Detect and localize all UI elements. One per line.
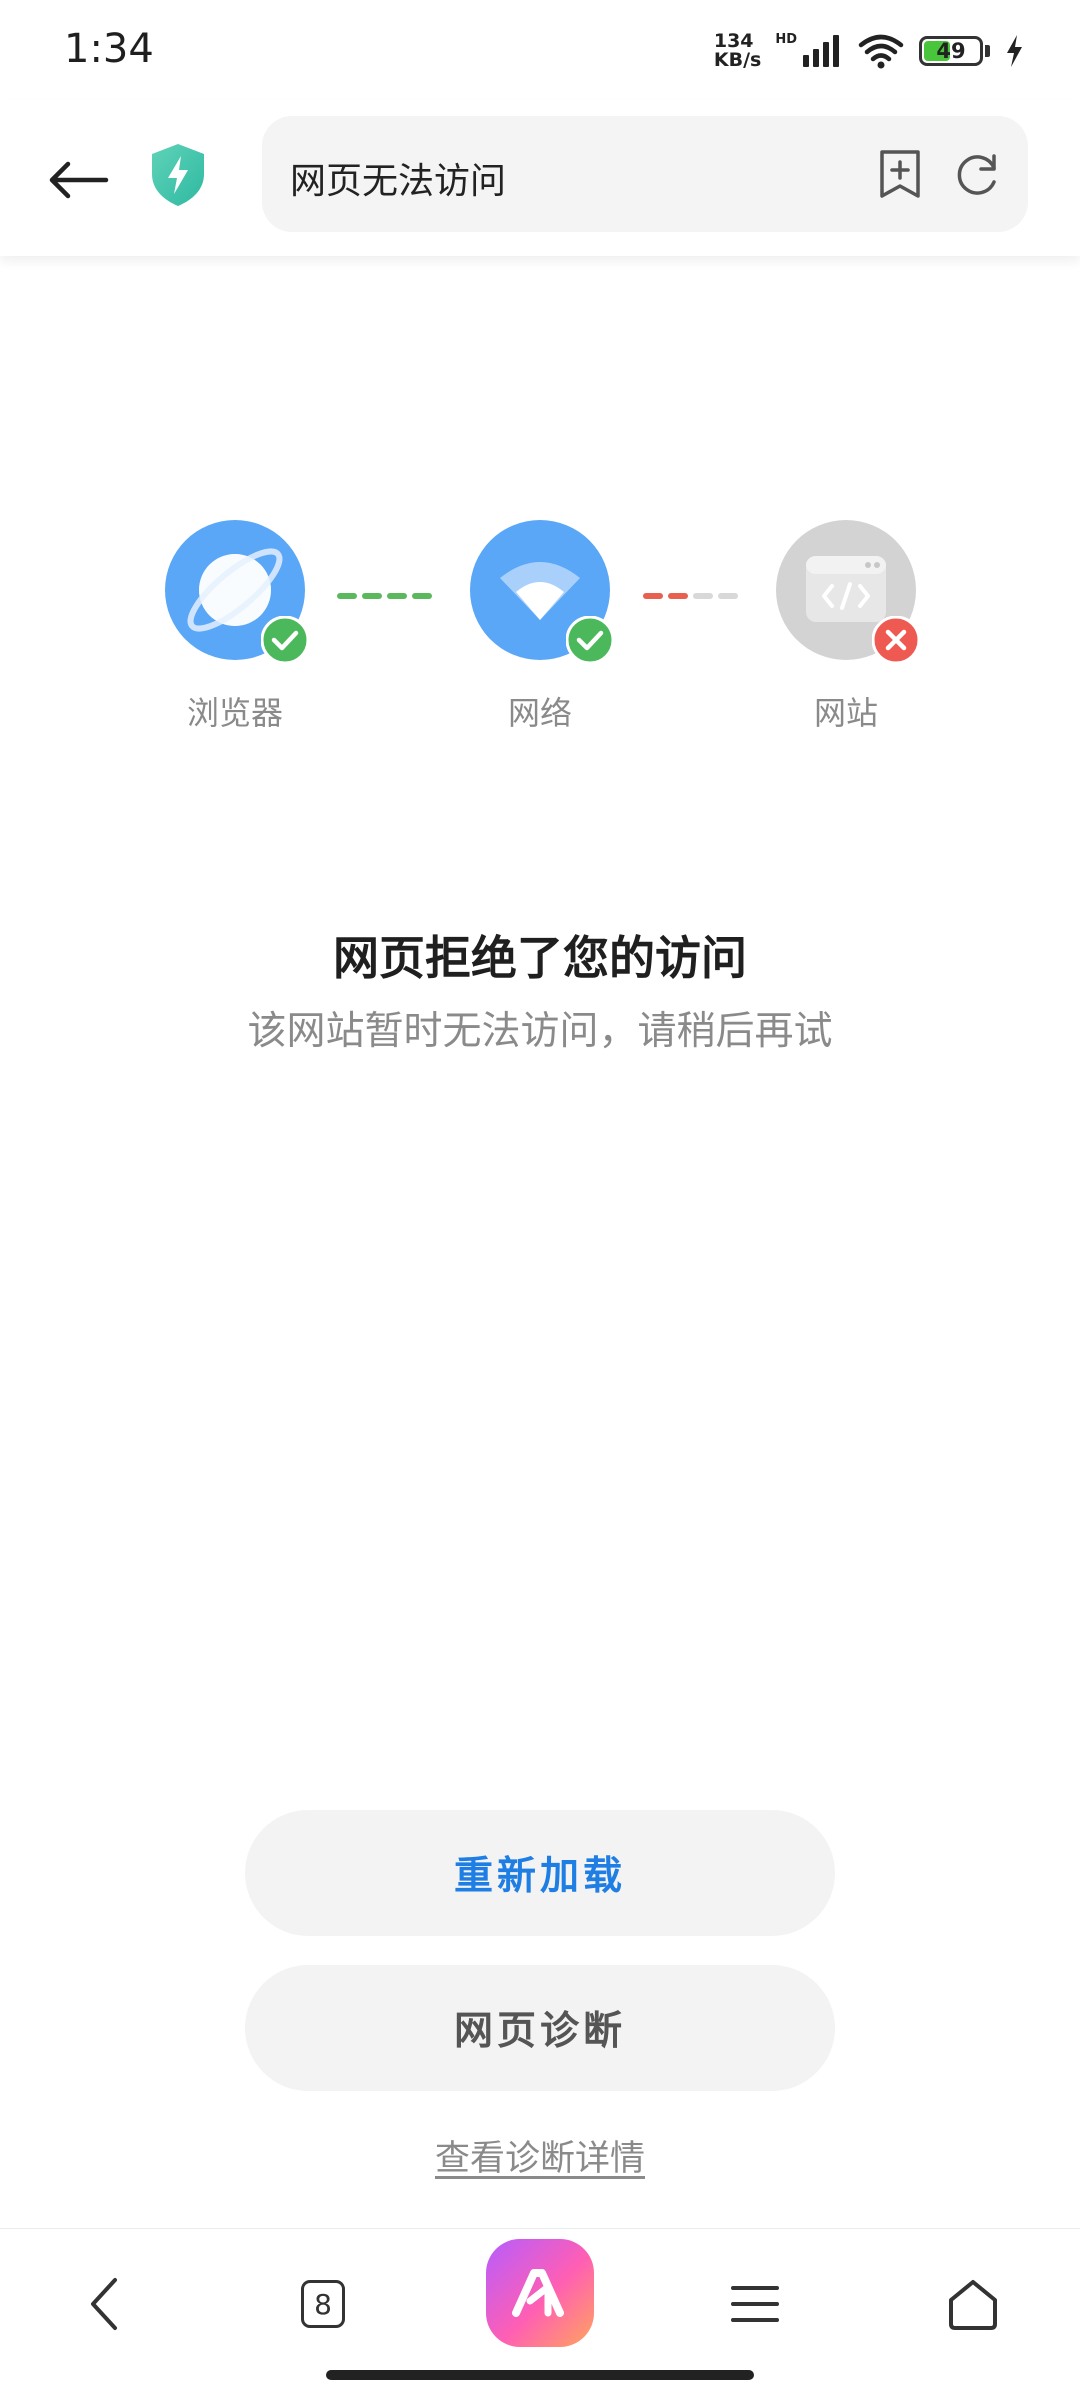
- home-button[interactable]: [918, 2249, 1028, 2359]
- refresh-icon: [957, 154, 996, 195]
- connector-dash: [718, 593, 738, 599]
- check-badge-icon: [566, 616, 614, 664]
- menu-icon: [731, 2286, 779, 2322]
- ai-assistant-button[interactable]: [486, 2239, 594, 2347]
- gesture-home-indicator[interactable]: [326, 2370, 754, 2380]
- address-bar-text[interactable]: 网页无法访问: [290, 152, 506, 204]
- back-button[interactable]: [38, 140, 118, 220]
- browser-error-screen: 1:34 134 KB/s HD 49 网页无法访问 浏览器 网络 网站 网页拒…: [0, 0, 1080, 2400]
- add-bookmark-icon: [880, 150, 920, 198]
- error-title: 网页拒绝了您的访问: [333, 931, 747, 985]
- connector-dash: [668, 593, 688, 599]
- connector-dash: [362, 593, 382, 599]
- battery-cap: [985, 45, 990, 57]
- address-bar[interactable]: 网页无法访问: [262, 116, 1028, 232]
- status-time: 1:34: [64, 26, 154, 72]
- ai-assistant-icon: [512, 2269, 564, 2317]
- battery-icon: 49: [919, 36, 983, 66]
- diagnosis-details-link-row: 查看诊断详情: [0, 2130, 1080, 2181]
- connector-dash: [643, 593, 663, 599]
- nav-back-button[interactable]: [50, 2249, 160, 2359]
- battery-indicator: 49: [919, 36, 990, 66]
- network-speed: 134 KB/s: [714, 32, 761, 70]
- check-badge-icon: [261, 616, 309, 664]
- chevron-left-icon: [91, 2278, 117, 2330]
- website-step-label: 网站: [813, 694, 878, 732]
- home-icon: [949, 2280, 997, 2330]
- status-bar: 1:34 134 KB/s HD 49: [0, 0, 1080, 100]
- network-status-icon: [470, 520, 614, 664]
- website-status-icon: [776, 520, 920, 664]
- add-bookmark-button[interactable]: [872, 146, 928, 202]
- shield-bolt-icon: [152, 144, 204, 206]
- wifi-icon: [858, 34, 904, 69]
- diagnosis-details-link[interactable]: 查看诊断详情: [435, 2139, 645, 2179]
- arrow-left-icon: [49, 161, 109, 199]
- error-subtitle: 该网站暂时无法访问，请稍后再试: [247, 1009, 833, 1054]
- battery-level-text: 49: [936, 39, 966, 63]
- connector-dash: [337, 593, 357, 599]
- menu-button[interactable]: [700, 2249, 810, 2359]
- security-shield-icon[interactable]: [148, 142, 208, 208]
- error-badge-icon: [872, 616, 920, 664]
- browser-status-icon: [165, 520, 309, 664]
- browser-toolbar: 网页无法访问: [0, 100, 1080, 256]
- status-icons: 134 KB/s HD 49: [714, 26, 1024, 76]
- reload-page-button[interactable]: 重新加载: [245, 1810, 835, 1936]
- tab-count-icon: 8: [301, 2280, 345, 2328]
- refresh-button[interactable]: [950, 146, 1006, 202]
- page-diagnosis-button[interactable]: 网页诊断: [245, 1965, 835, 2091]
- connector-dash: [412, 593, 432, 599]
- tabs-button[interactable]: 8: [268, 2249, 378, 2359]
- network-speed-unit: KB/s: [713, 49, 762, 71]
- browser-step-label: 浏览器: [186, 694, 283, 732]
- connector-dash: [387, 593, 407, 599]
- cellular-signal-icon: [803, 35, 839, 67]
- network-step-label: 网络: [507, 694, 572, 732]
- charging-bolt-icon: [1007, 35, 1022, 67]
- connector-dash: [693, 593, 713, 599]
- hd-badge: HD: [775, 31, 797, 47]
